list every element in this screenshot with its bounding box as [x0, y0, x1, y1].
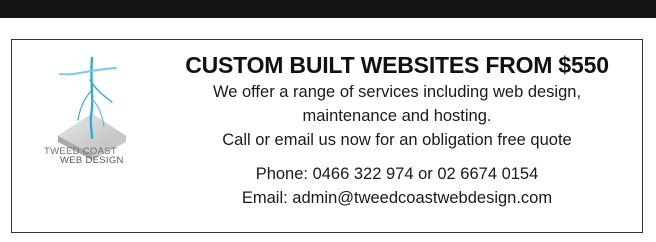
description-line: We offer a range of services including w… [212, 83, 582, 101]
ad-headline: CUSTOM BUILT WEBSITES FROM $550 [185, 52, 609, 78]
description-line: maintenance and hosting. [302, 107, 492, 125]
description-line: Call or email us now for an obligation f… [222, 131, 572, 149]
email-text: Email: admin@tweedcoastwebdesign.com [241, 189, 553, 207]
ad-content: CUSTOM BUILT WEBSITES FROM $550 We offer… [162, 50, 632, 210]
top-dark-band [0, 0, 656, 18]
advertisement-box: TWEED COAST WEB DESIGN CUSTOM BUILT WEBS… [11, 39, 643, 233]
phone-text: Phone: 0466 322 974 or 02 6674 0154 [255, 165, 539, 183]
ad-description: We offer a range of services including w… [162, 80, 632, 152]
contact-details: Phone: 0466 322 974 or 02 6674 0154 Emai… [162, 162, 632, 210]
spire-pyramid-logo-icon [57, 56, 127, 160]
company-logo: TWEED COAST WEB DESIGN [20, 50, 160, 190]
